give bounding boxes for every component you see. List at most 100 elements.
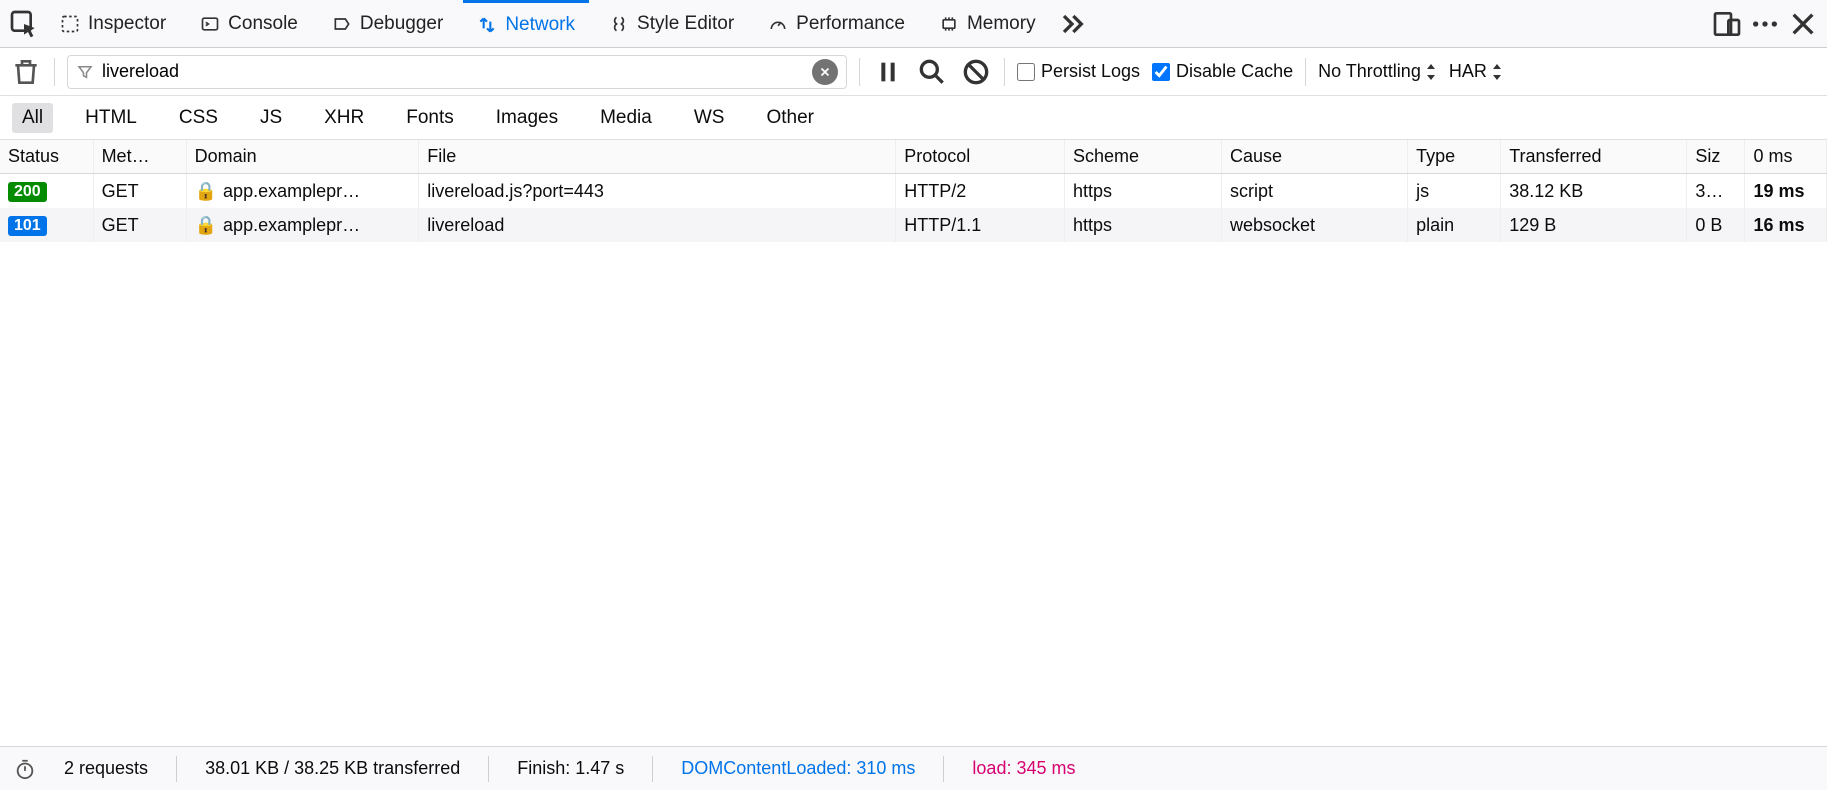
x-icon (818, 65, 832, 79)
col-protocol[interactable]: Protocol (896, 140, 1065, 174)
pause-recording-button[interactable] (872, 56, 904, 88)
funnel-icon (76, 63, 94, 81)
disable-cache-checkbox[interactable]: Disable Cache (1152, 61, 1293, 82)
network-footer: 2 requests 38.01 KB / 38.25 KB transferr… (0, 746, 1827, 790)
tab-inspector[interactable]: Inspector (46, 0, 180, 47)
har-menu[interactable]: HAR (1449, 61, 1503, 82)
search-button[interactable] (916, 56, 948, 88)
filter-input[interactable] (102, 61, 804, 82)
disable-cache-input[interactable] (1152, 63, 1170, 81)
cell-size: 3… (1687, 174, 1745, 209)
type-filter-all[interactable]: All (12, 103, 53, 133)
cell-transferred: 129 B (1501, 208, 1687, 242)
cell-protocol: HTTP/1.1 (896, 208, 1065, 242)
network-toolbar: Persist Logs Disable Cache No Throttling… (0, 48, 1827, 96)
separator (54, 58, 55, 86)
separator (859, 58, 860, 86)
tabs-overflow-button[interactable] (1056, 8, 1088, 40)
cell-scheme: https (1064, 208, 1221, 242)
table-row[interactable]: 101GET🔒app.examplepr…livereloadHTTP/1.1h… (0, 208, 1827, 242)
performance-icon (768, 14, 788, 34)
stopwatch-icon (14, 758, 36, 780)
status-badge: 200 (8, 182, 47, 202)
pause-icon (872, 56, 904, 88)
tab-memory[interactable]: Memory (925, 0, 1050, 47)
col-cause[interactable]: Cause (1222, 140, 1408, 174)
cell-time: 16 ms (1745, 208, 1827, 242)
col-file[interactable]: File (419, 140, 896, 174)
cell-size: 0 B (1687, 208, 1745, 242)
type-filter-ws[interactable]: WS (684, 103, 735, 133)
updown-caret-icon (1425, 64, 1437, 80)
pointer-icon (8, 8, 40, 40)
disable-cache-label: Disable Cache (1176, 61, 1293, 82)
element-picker-button[interactable] (8, 8, 40, 40)
tab-label: Inspector (88, 13, 166, 35)
tab-label: Memory (967, 13, 1036, 35)
footer-transferred: 38.01 KB / 38.25 KB transferred (205, 758, 460, 779)
memory-icon (939, 14, 959, 34)
type-filter-fonts[interactable]: Fonts (396, 103, 464, 133)
separator (1305, 58, 1306, 86)
type-filter-js[interactable]: JS (250, 103, 292, 133)
tab-debugger[interactable]: Debugger (318, 0, 457, 47)
clear-requests-button[interactable] (10, 56, 42, 88)
tab-label: Style Editor (637, 13, 734, 35)
type-filter-xhr[interactable]: XHR (314, 103, 374, 133)
type-filter-other[interactable]: Other (756, 103, 824, 133)
throttling-label: No Throttling (1318, 61, 1421, 82)
cell-method: GET (93, 208, 186, 242)
tab-console[interactable]: Console (186, 0, 312, 47)
throttling-select[interactable]: No Throttling (1318, 61, 1437, 82)
cell-method: GET (93, 174, 186, 209)
col-transferred[interactable]: Transferred (1501, 140, 1687, 174)
tab-performance[interactable]: Performance (754, 0, 919, 47)
kebab-menu-button[interactable] (1749, 8, 1781, 40)
block-url-button[interactable] (960, 56, 992, 88)
devices-icon (1711, 8, 1743, 40)
request-type-filter-bar: All HTML CSS JS XHR Fonts Images Media WS Other (0, 96, 1827, 140)
type-filter-css[interactable]: CSS (169, 103, 228, 133)
separator (1004, 58, 1005, 86)
cell-cause: script (1222, 174, 1408, 209)
col-size[interactable]: Siz (1687, 140, 1745, 174)
col-method[interactable]: Met… (93, 140, 186, 174)
persist-logs-input[interactable] (1017, 63, 1035, 81)
separator (176, 756, 177, 782)
col-time[interactable]: 0 ms (1745, 140, 1827, 174)
close-icon (1787, 8, 1819, 40)
chevron-double-right-icon (1056, 8, 1088, 40)
cell-type: js (1408, 174, 1501, 209)
type-filter-images[interactable]: Images (486, 103, 568, 133)
cell-time: 19 ms (1745, 174, 1827, 209)
updown-caret-icon (1491, 64, 1503, 80)
cell-status: 200 (0, 174, 93, 209)
tab-label: Performance (796, 13, 905, 35)
cell-cause: websocket (1222, 208, 1408, 242)
cell-scheme: https (1064, 174, 1221, 209)
persist-logs-label: Persist Logs (1041, 61, 1140, 82)
tab-label: Console (228, 13, 298, 35)
filter-input-wrap[interactable] (67, 55, 847, 89)
clear-filter-button[interactable] (812, 59, 838, 85)
tab-network[interactable]: Network (463, 0, 589, 47)
responsive-design-button[interactable] (1711, 8, 1743, 40)
trash-icon (10, 56, 42, 88)
col-type[interactable]: Type (1408, 140, 1501, 174)
cell-type: plain (1408, 208, 1501, 242)
search-icon (916, 56, 948, 88)
table-row[interactable]: 200GET🔒app.examplepr…livereload.js?port=… (0, 174, 1827, 209)
col-domain[interactable]: Domain (186, 140, 419, 174)
debugger-icon (332, 14, 352, 34)
type-filter-media[interactable]: Media (590, 103, 662, 133)
type-filter-html[interactable]: HTML (75, 103, 147, 133)
col-scheme[interactable]: Scheme (1064, 140, 1221, 174)
footer-finish: Finish: 1.47 s (517, 758, 624, 779)
tab-style-editor[interactable]: Style Editor (595, 0, 748, 47)
status-badge: 101 (8, 216, 47, 236)
close-devtools-button[interactable] (1787, 8, 1819, 40)
cell-file: livereload (419, 208, 896, 242)
network-icon (477, 15, 497, 35)
col-status[interactable]: Status (0, 140, 93, 174)
persist-logs-checkbox[interactable]: Persist Logs (1017, 61, 1140, 82)
